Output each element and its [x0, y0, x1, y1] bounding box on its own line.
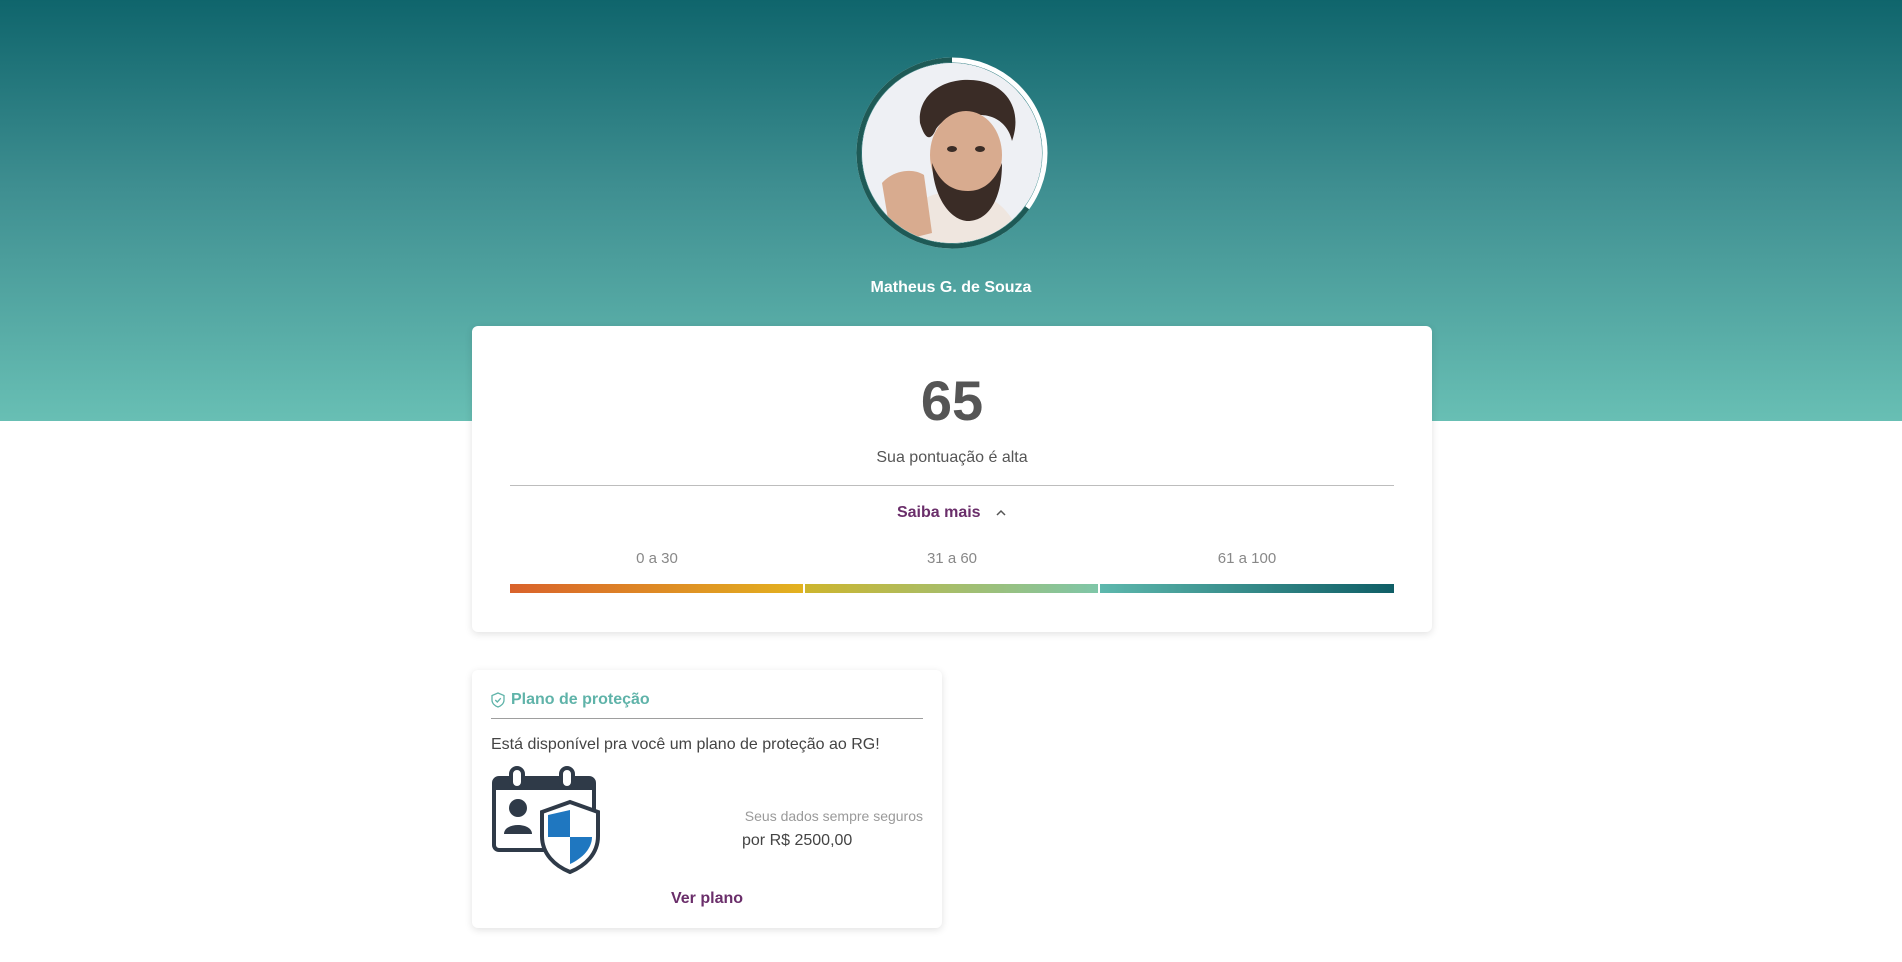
avatar: [862, 63, 1042, 243]
learn-more-label: Saiba mais: [896, 504, 981, 521]
score-description: Sua pontuação é alta: [876, 449, 1028, 466]
plan-note: Seus dados sempre seguros: [744, 808, 923, 824]
plan-description: Está disponível pra você um plano de pro…: [491, 736, 880, 753]
plan-divider: [491, 718, 923, 719]
score-card: 65 Sua pontuação é alta Saiba mais 0 a 3…: [472, 326, 1432, 632]
user-name: Matheus G. de Souza: [870, 279, 1032, 296]
range-bar-high: [1100, 584, 1394, 593]
shield-check-icon: [491, 692, 505, 708]
view-plan-link[interactable]: Ver plano: [472, 890, 942, 908]
range-bar-mid: [805, 584, 1098, 593]
plan-title: Plano de proteção: [511, 691, 650, 708]
range-label-low: 0 a 30: [636, 550, 678, 567]
id-card-shield-icon: [492, 766, 600, 875]
score-range-labels: 0 a 30 31 a 60 61 a 100: [510, 550, 1394, 570]
score-range-bar: [510, 584, 1394, 593]
range-label-mid: 31 a 60: [926, 550, 978, 567]
user-photo-icon: [862, 63, 1042, 243]
protection-plan-card: Plano de proteção Está disponível pra vo…: [472, 670, 942, 928]
range-bar-low: [510, 584, 803, 593]
avatar-wrap: [856, 57, 1048, 249]
score-divider: [510, 485, 1394, 486]
score-value: 65: [920, 369, 984, 432]
learn-more-toggle[interactable]: Saiba mais: [472, 504, 1432, 522]
plan-header: Plano de proteção: [491, 690, 650, 710]
range-label-high: 61 a 100: [1217, 550, 1277, 567]
plan-price: por R$ 2500,00: [742, 832, 853, 849]
chevron-up-icon: [996, 509, 1006, 516]
